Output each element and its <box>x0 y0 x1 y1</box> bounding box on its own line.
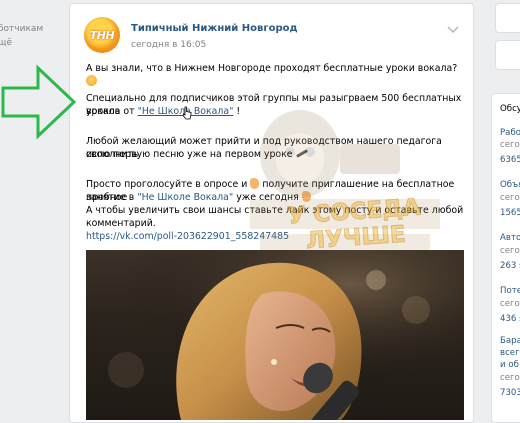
left-column: ботчикам щё <box>0 0 60 411</box>
post-text: комментарий. <box>86 218 156 229</box>
left-text-line-1: ботчикам <box>0 24 44 34</box>
post-time[interactable]: сегодня в 16:05 <box>131 40 206 50</box>
chevron-down-icon[interactable] <box>447 26 459 34</box>
group-avatar[interactable]: ТНН <box>84 17 120 53</box>
discussion-item-title-cont[interactable]: всег <box>500 348 520 358</box>
discussion-item-count[interactable]: 6365 <box>500 155 520 165</box>
post-text: вокала от <box>86 106 138 117</box>
discussion-item-title[interactable]: Объя <box>500 180 520 190</box>
post-text: занятие в <box>86 192 138 203</box>
discussion-item-count[interactable]: 1565 <box>500 208 520 218</box>
discussion-item-title[interactable]: Рабо <box>500 128 520 138</box>
grimace-emoji-icon <box>86 75 97 86</box>
discussion-item-title[interactable]: Поте <box>500 286 520 296</box>
right-button-2[interactable] <box>495 40 520 70</box>
post-text: Просто проголосуйте в опросе и <box>86 179 248 190</box>
discussion-item-time: сего <box>500 299 520 309</box>
group-name-link[interactable]: Типичный Нижний Новгород <box>131 23 298 34</box>
green-arrow-annotation-icon <box>1 64 77 140</box>
discussion-item-title-cont[interactable]: и об <box>500 360 519 370</box>
discussion-item-count[interactable]: 7303 <box>500 388 520 398</box>
discussion-item-time: сего <box>500 140 520 150</box>
discussion-item-count[interactable]: 263 s <box>500 261 520 271</box>
mouse-cursor-icon <box>182 106 192 120</box>
post-photo[interactable] <box>86 250 464 420</box>
discussion-item-count[interactable]: 436 s <box>500 314 520 324</box>
post-text: А вы знали, что в Нижнем Новгороде прохо… <box>86 63 458 74</box>
singer-photo-image <box>86 250 464 420</box>
discussions-title: Обсу <box>500 104 520 114</box>
post-text-line: А вы знали, что в Нижнем Новгороде прохо… <box>86 62 466 88</box>
discussion-item-title[interactable]: Авто <box>500 233 520 243</box>
discussion-item-time: сего <box>500 246 520 256</box>
right-button-1[interactable] <box>495 3 520 33</box>
post-card: ТНН Типичный Нижний Новгород сегодня в 1… <box>69 3 474 423</box>
ne-shkole-vokala-link[interactable]: "Не Школе Вокала" <box>137 192 233 203</box>
discussion-item-title[interactable]: Бара <box>500 336 520 346</box>
discussion-item-time: сего <box>500 193 520 203</box>
avatar-logo-text: ТНН <box>89 28 115 42</box>
discussion-item-time: сего <box>500 373 520 383</box>
left-text-line-2: щё <box>0 38 13 48</box>
